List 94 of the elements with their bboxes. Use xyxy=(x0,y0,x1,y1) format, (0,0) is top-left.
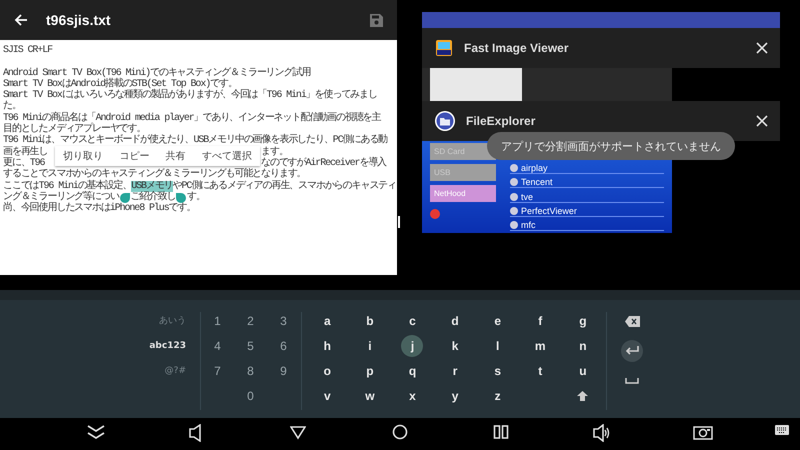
menu-item[interactable]: すべて選択 xyxy=(200,147,254,165)
letter-key[interactable]: x xyxy=(391,383,434,408)
letter-key[interactable]: i xyxy=(348,333,392,358)
letter-key[interactable]: a xyxy=(306,308,349,333)
text-line: 目的としたメディアプレーヤです。 xyxy=(3,124,146,136)
text-line: することでスマホからのキャスティング＆ミラーリングも可能となります。 xyxy=(3,169,306,180)
text-line: ます。 xyxy=(261,146,288,158)
letter-key[interactable]: q xyxy=(391,358,434,383)
save-icon[interactable] xyxy=(370,14,383,26)
text-line: SJIS CR+LF xyxy=(3,45,52,56)
folder-app-icon xyxy=(434,110,456,132)
folder-name: mfc xyxy=(521,220,536,230)
digit-key[interactable]: 2 xyxy=(234,308,267,333)
letter-key[interactable]: v xyxy=(306,383,349,408)
text-line: Android Smart TV Box(T96 Mini)でのキャスティング＆ミラーリング試用 xyxy=(3,68,310,79)
letter-key[interactable]: h xyxy=(306,333,349,358)
digit-key[interactable]: 8 xyxy=(234,358,267,383)
letter-key[interactable]: t xyxy=(518,358,562,383)
back-icon[interactable] xyxy=(290,424,306,440)
alert-icon xyxy=(430,209,440,219)
text-line: ここではT96 Miniの基本設定、 xyxy=(3,180,132,192)
text-line: Smart TV BoxはAndroid搭載のSTB(Set Top Box)です。 xyxy=(3,78,237,90)
letter-key[interactable]: m xyxy=(518,333,562,358)
text-line: T96 Miniの商品名は「Android media player」であり、インターネット配信動画の視聴を主 xyxy=(3,112,381,124)
letter-key[interactable]: y xyxy=(434,383,476,408)
letter-key[interactable]: b xyxy=(348,308,392,333)
text-line: ご紹介致し xyxy=(130,192,176,203)
shift-icon[interactable] xyxy=(577,390,588,400)
folder-name: Tencent xyxy=(521,177,553,188)
enter-key[interactable] xyxy=(621,340,643,362)
close-icon[interactable] xyxy=(756,115,768,127)
folder-name: airplay xyxy=(521,163,548,174)
input-mode-key[interactable]: abc123 xyxy=(149,333,186,358)
camera-icon[interactable] xyxy=(693,424,713,440)
letter-key[interactable]: z xyxy=(476,383,519,408)
image-app-icon xyxy=(434,38,454,58)
digit-key[interactable]: 9 xyxy=(267,358,300,383)
space-icon[interactable] xyxy=(625,378,639,384)
enter-icon xyxy=(625,346,639,356)
letter-key[interactable]: g xyxy=(562,308,604,333)
app-name: FileExplorer xyxy=(466,114,536,128)
letter-key[interactable]: s xyxy=(476,358,519,383)
letter-key[interactable]: d xyxy=(434,308,476,333)
digit-key[interactable]: 5 xyxy=(234,333,267,358)
split-handle[interactable] xyxy=(398,216,400,228)
digit-key[interactable]: 6 xyxy=(267,333,300,358)
selection-handle[interactable] xyxy=(176,192,186,202)
app-card-header[interactable]: Fast Image Viewer xyxy=(422,28,780,68)
letter-key[interactable]: n xyxy=(562,333,604,358)
letter-key[interactable]: c xyxy=(391,308,434,333)
menu-item[interactable]: コピー xyxy=(117,147,152,165)
home-icon[interactable] xyxy=(392,424,408,440)
text-line: 更に、T96 xyxy=(3,158,44,169)
volume-down-icon[interactable] xyxy=(189,424,203,442)
letter-key[interactable]: k xyxy=(434,333,476,358)
folder-name: PerfectViewer xyxy=(521,206,577,216)
digit-key[interactable]: 1 xyxy=(201,308,234,333)
keyboard-icon[interactable] xyxy=(775,424,789,436)
letter-key[interactable]: w xyxy=(348,383,392,408)
hide-keyboard-icon[interactable] xyxy=(86,424,106,442)
text-line: た。 xyxy=(3,101,21,113)
text-line: す。 xyxy=(187,192,206,204)
volume-up-icon[interactable] xyxy=(593,424,611,442)
letter-key[interactable]: e xyxy=(476,308,519,333)
text-line: ング＆ミラーリング等につい xyxy=(3,192,119,203)
letter-key[interactable]: j xyxy=(401,334,424,356)
digit-key[interactable]: 7 xyxy=(201,358,234,383)
digit-key[interactable]: 4 xyxy=(201,333,234,358)
text-editor[interactable] xyxy=(0,40,397,275)
letter-key[interactable]: r xyxy=(434,358,476,383)
text-line: T96 Miniは、マウスとキーボードが使えたり、USBメモリ中の画像を表示したり、PC側にある動 xyxy=(3,135,388,146)
menu-item[interactable]: 共有 xyxy=(164,147,188,165)
text-line: 画を再生し xyxy=(3,146,48,158)
app-name: Fast Image Viewer xyxy=(464,41,570,55)
selected-text: USBメモリ xyxy=(131,180,173,192)
letter-key[interactable]: u xyxy=(562,358,604,383)
digit-key[interactable]: 0 xyxy=(234,383,267,408)
letter-key[interactable]: o xyxy=(306,358,349,383)
digit-key[interactable]: 3 xyxy=(267,308,300,333)
close-icon[interactable] xyxy=(756,42,768,54)
text-line: なのですがAirReceiverを導入 xyxy=(261,158,386,169)
file-title: t96sjis.txt xyxy=(46,12,112,28)
text-line: 尚、今回使用したスマホはiPhone8 Plusです。 xyxy=(3,203,196,214)
letter-key[interactable]: f xyxy=(518,308,562,333)
text-line: Smart TV Boxにはいろいろな種類の製品がありますが、今回は「T96 Mini」を使ってみまし xyxy=(3,90,377,102)
backspace-icon[interactable] xyxy=(624,316,640,326)
split-screen-icon[interactable] xyxy=(493,424,509,440)
menu-item[interactable]: 切り取り xyxy=(61,147,106,165)
back-arrow-icon[interactable] xyxy=(14,13,28,27)
split-screen-toast: アプリで分割画面がサポートされていません xyxy=(487,132,735,160)
folder-name: tve xyxy=(521,192,534,202)
letter-key[interactable]: l xyxy=(476,333,519,358)
letter-key[interactable]: p xyxy=(348,358,392,383)
selection-handle[interactable] xyxy=(120,192,130,202)
